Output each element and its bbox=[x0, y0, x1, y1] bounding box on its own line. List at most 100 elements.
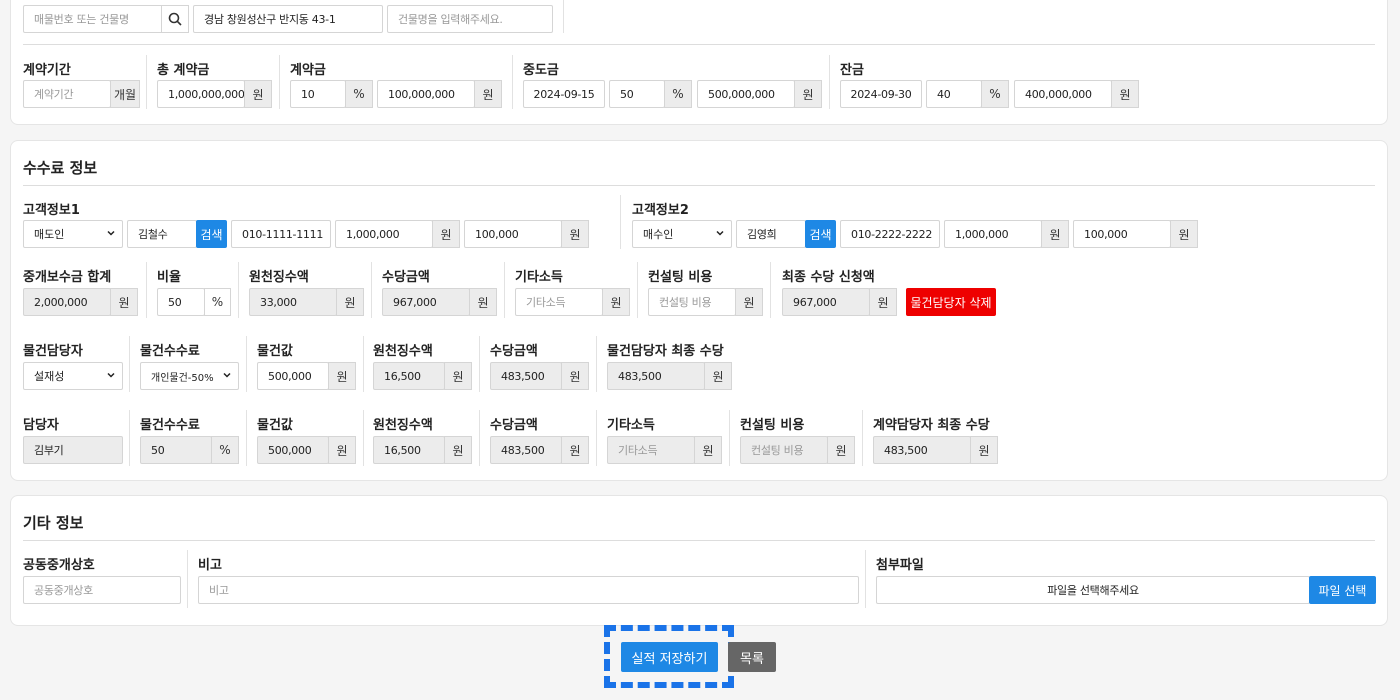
property-price-input[interactable]: 500,000 bbox=[257, 362, 329, 390]
customer2-type-value: 매수인 bbox=[643, 228, 674, 241]
property-price-label: 물건값 bbox=[257, 418, 293, 433]
withholding-label: 원천징수액 bbox=[373, 344, 433, 359]
address-field[interactable]: 경남 창원성산구 반지동 43-1 bbox=[193, 5, 383, 33]
file-select-button[interactable]: 파일 선택 bbox=[1309, 576, 1376, 604]
ratio-label: 비율 bbox=[157, 270, 181, 285]
deposit-percent-input[interactable]: 10 bbox=[290, 80, 346, 108]
deposit-amount-input[interactable]: 100,000,000 bbox=[377, 80, 475, 108]
divider bbox=[129, 336, 130, 392]
total-contract-input[interactable]: 1,000,000,000 bbox=[157, 80, 245, 108]
customer2-amount1-input[interactable]: 1,000,000 bbox=[944, 220, 1042, 248]
property-fee-field: 50 bbox=[140, 436, 212, 464]
customer2-type-select[interactable]: 매수인 bbox=[632, 220, 732, 248]
unit-label: 원 bbox=[561, 436, 589, 464]
etc-card: 기타 정보 공동중개상호 공동중개상호 비고 비고 첨부파일 파일을 선택해주세… bbox=[10, 495, 1388, 626]
search-input[interactable]: 매물번호 또는 건물명 bbox=[23, 5, 173, 33]
contract-period-input[interactable]: 계약기간 bbox=[23, 80, 111, 108]
unit-label: 원 bbox=[328, 362, 356, 390]
unit-label: 원 bbox=[1111, 80, 1139, 108]
middle-date-input[interactable]: 2024-09-15 bbox=[523, 80, 605, 108]
chevron-down-icon bbox=[716, 230, 724, 236]
unit-label: 원 bbox=[561, 362, 589, 390]
property-final-field: 483,500 bbox=[607, 362, 705, 390]
divider bbox=[479, 410, 480, 466]
customer1-phone-input[interactable]: 010-1111-1111 bbox=[231, 220, 331, 248]
customer1-search-button[interactable]: 검색 bbox=[196, 220, 227, 248]
property-fee-label: 물건수수료 bbox=[140, 418, 200, 433]
contract-manager-field: 김부기 bbox=[23, 436, 123, 464]
middle-amount-input[interactable]: 500,000,000 bbox=[697, 80, 795, 108]
other-income-label: 기타소득 bbox=[515, 270, 563, 285]
unit-label: % bbox=[211, 436, 239, 464]
unit-label: 원 bbox=[704, 362, 732, 390]
property-final-label: 물건담당자 최종 수당 bbox=[607, 344, 724, 359]
balance-percent-input[interactable]: 40 bbox=[926, 80, 982, 108]
property-price-field: 500,000 bbox=[257, 436, 329, 464]
list-button[interactable]: 목록 bbox=[728, 642, 776, 672]
unit-label: 원 bbox=[469, 288, 497, 316]
middle-percent-input[interactable]: 50 bbox=[609, 80, 665, 108]
middle-payment-label: 중도금 bbox=[523, 63, 559, 78]
unit-label: % bbox=[981, 80, 1009, 108]
total-contract-label: 총 계약금 bbox=[157, 63, 210, 78]
unit-label: 원 bbox=[474, 80, 502, 108]
unit-label: 원 bbox=[827, 436, 855, 464]
final-request-label: 최종 수당 신청액 bbox=[782, 270, 875, 285]
consulting-fee-input[interactable]: 컨설팅 비용 bbox=[648, 288, 736, 316]
customer2-search-button[interactable]: 검색 bbox=[805, 220, 836, 248]
joint-broker-input[interactable]: 공동중개상호 bbox=[23, 576, 181, 604]
total-fee-field: 2,000,000 bbox=[23, 288, 111, 316]
divider bbox=[146, 55, 147, 109]
divider bbox=[279, 55, 280, 109]
balance-amount-input[interactable]: 400,000,000 bbox=[1014, 80, 1112, 108]
customer1-type-select[interactable]: 매도인 bbox=[23, 220, 123, 248]
customer1-name-input[interactable]: 김철수 bbox=[127, 220, 197, 248]
balance-date-input[interactable]: 2024-09-30 bbox=[840, 80, 922, 108]
total-fee-label: 중개보수금 합계 bbox=[23, 270, 112, 285]
divider bbox=[620, 195, 621, 249]
customer2-name-input[interactable]: 김영희 bbox=[736, 220, 806, 248]
divider bbox=[23, 44, 1375, 45]
balance-label: 잔금 bbox=[840, 63, 864, 78]
save-record-button[interactable]: 실적 저장하기 bbox=[621, 642, 718, 672]
memo-input[interactable]: 비고 bbox=[198, 576, 859, 604]
other-income-input[interactable]: 기타소득 bbox=[515, 288, 603, 316]
customer2-phone-input[interactable]: 010-2222-2222 bbox=[840, 220, 940, 248]
allowance-field: 483,500 bbox=[490, 362, 562, 390]
customer2-amount2-input[interactable]: 100,000 bbox=[1073, 220, 1171, 248]
divider bbox=[363, 336, 364, 392]
ratio-input[interactable]: 50 bbox=[157, 288, 205, 316]
customer1-amount2-input[interactable]: 100,000 bbox=[464, 220, 562, 248]
withholding-field: 33,000 bbox=[249, 288, 337, 316]
customer1-amount1-input[interactable]: 1,000,000 bbox=[335, 220, 433, 248]
unit-label: 원 bbox=[735, 288, 763, 316]
property-manager-select[interactable]: 설재성 bbox=[23, 362, 123, 390]
allowance-field: 967,000 bbox=[382, 288, 470, 316]
contract-period-label: 계약기간 bbox=[23, 63, 71, 78]
fee-section-title: 수수료 정보 bbox=[23, 159, 98, 177]
divider bbox=[129, 410, 130, 466]
fee-card: 수수료 정보 고객정보1 매도인 김철수 검색 010-1111-1111 1,… bbox=[10, 140, 1388, 481]
property-fee-select[interactable]: 개인물건-50% bbox=[140, 362, 239, 390]
etc-section-title: 기타 정보 bbox=[23, 514, 84, 532]
divider bbox=[504, 262, 505, 318]
attachment-field[interactable]: 파일을 선택해주세요 bbox=[876, 576, 1310, 604]
search-button[interactable] bbox=[161, 5, 189, 33]
divider bbox=[187, 550, 188, 608]
attachment-label: 첨부파일 bbox=[876, 558, 924, 573]
withholding-field: 16,500 bbox=[373, 436, 445, 464]
allowance-label: 수당금액 bbox=[490, 418, 538, 433]
unit-label: 원 bbox=[561, 220, 589, 248]
property-manager-label: 물건담당자 bbox=[23, 344, 83, 359]
final-request-field: 967,000 bbox=[782, 288, 870, 316]
divider bbox=[246, 410, 247, 466]
chevron-down-icon bbox=[223, 372, 231, 378]
consulting-fee-label: 컨설팅 비용 bbox=[648, 270, 713, 285]
withholding-field: 16,500 bbox=[373, 362, 445, 390]
unit-label: % bbox=[204, 288, 231, 316]
delete-manager-button[interactable]: 물건담당자 삭제 bbox=[906, 288, 996, 316]
divider bbox=[829, 55, 830, 109]
divider bbox=[363, 410, 364, 466]
building-name-input[interactable]: 건물명을 입력해주세요. bbox=[387, 5, 553, 33]
consulting-fee-label: 컨설팅 비용 bbox=[740, 418, 805, 433]
